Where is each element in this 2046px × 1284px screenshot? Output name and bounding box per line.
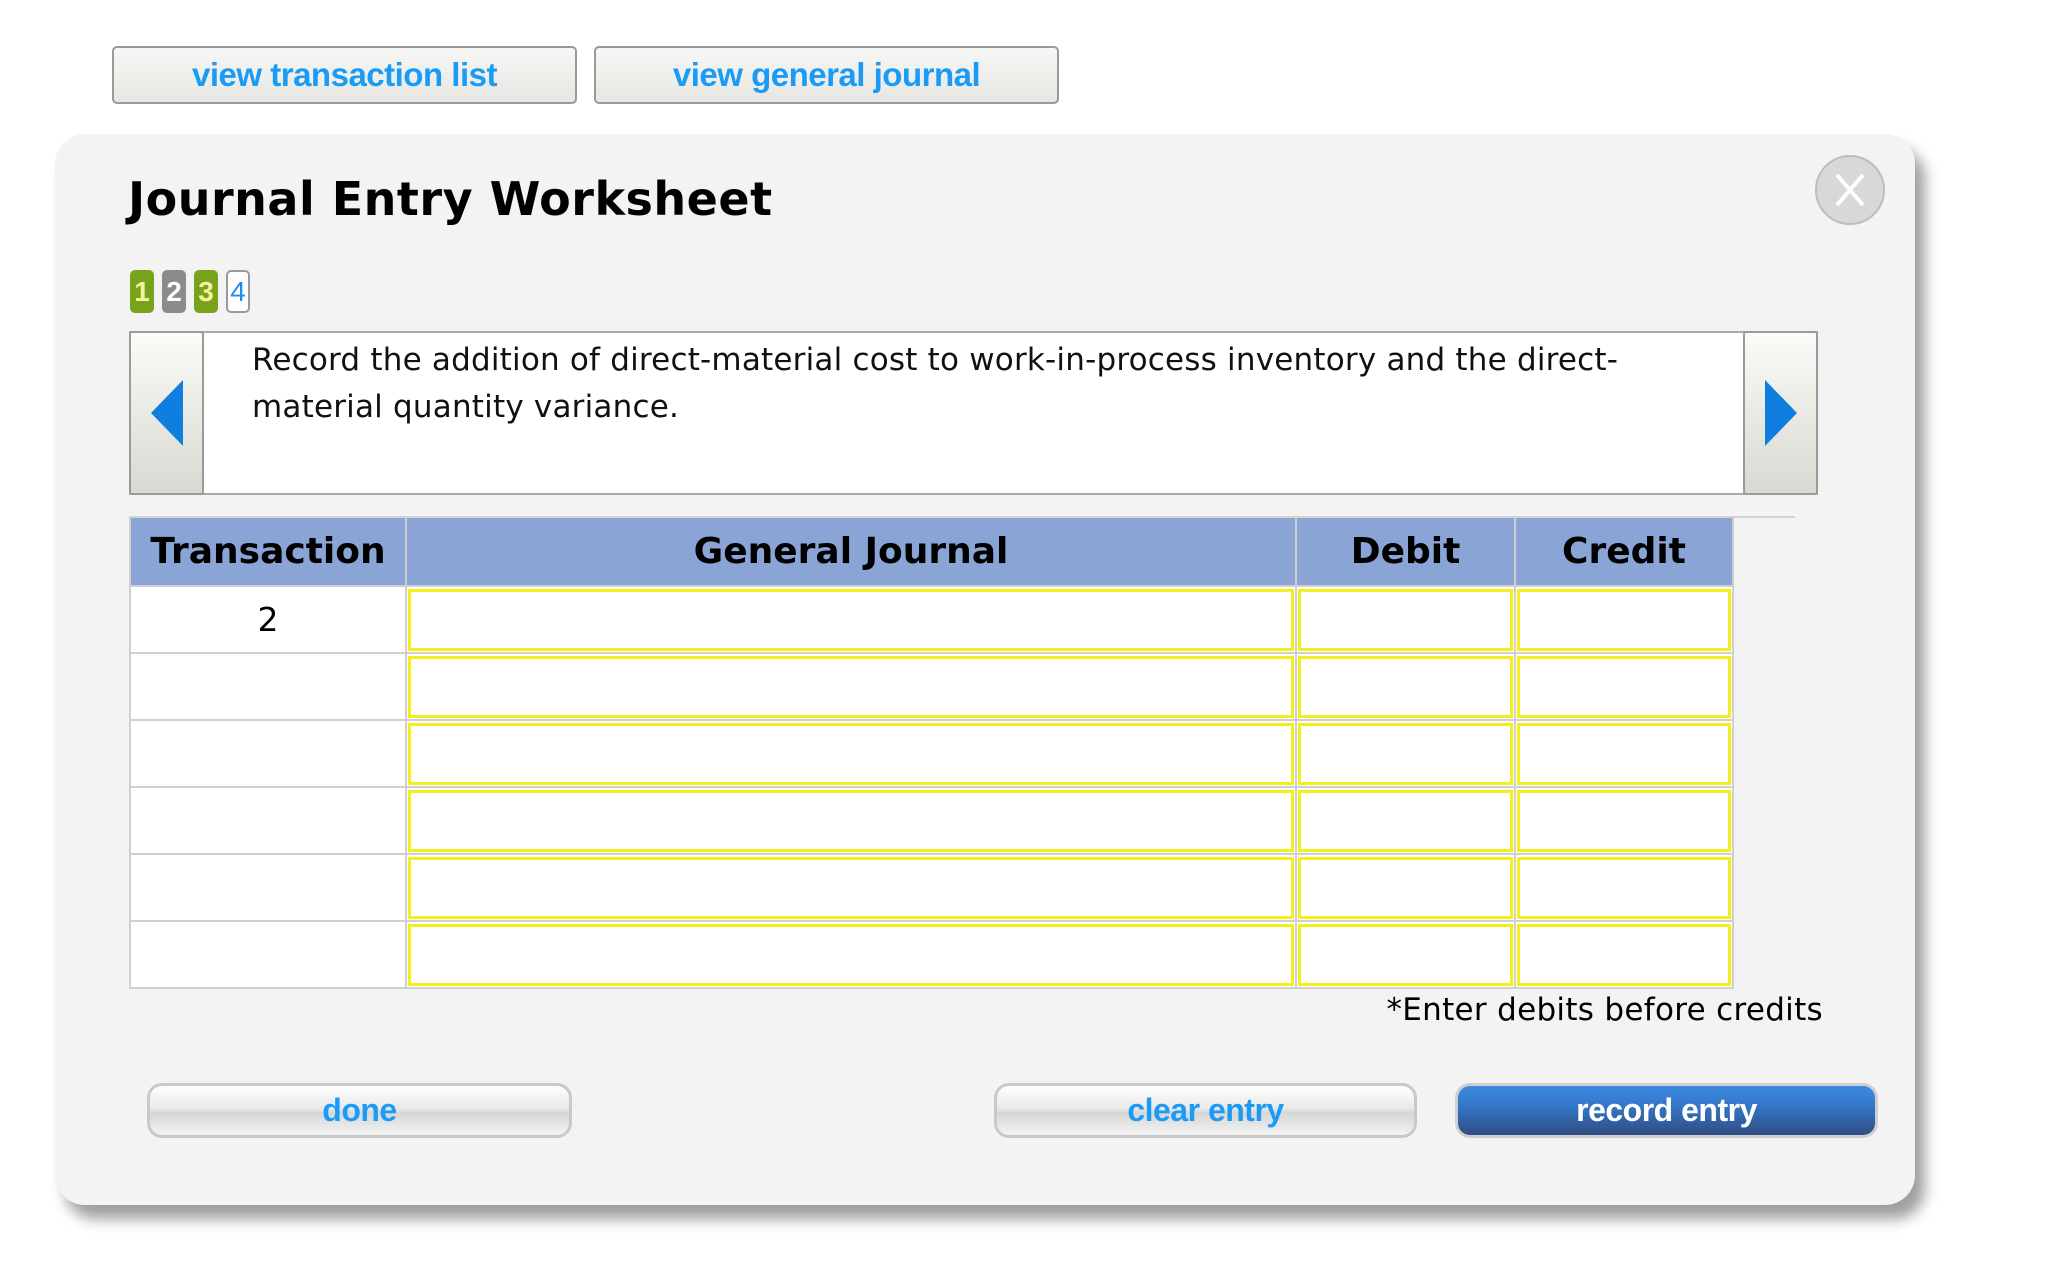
instruction-text: Record the addition of direct-material c… [252,342,1619,425]
journal-entry-worksheet-panel: Journal Entry Worksheet 1 2 3 4 Record t… [55,134,1915,1205]
debit-input[interactable] [1298,856,1513,919]
transaction-cell: 2 [129,585,407,654]
credit-input[interactable] [1517,588,1731,651]
close-button[interactable] [1815,155,1885,225]
credit-input[interactable] [1517,856,1731,919]
account-input[interactable] [408,789,1294,852]
instruction-box: Record the addition of direct-material c… [129,331,1818,495]
close-icon [1835,173,1865,207]
done-button[interactable]: done [147,1083,572,1138]
table-row [129,920,1734,989]
account-input[interactable] [408,722,1294,785]
debit-input[interactable] [1298,655,1513,718]
right-arrow-icon [1764,380,1797,446]
transaction-cell [129,719,407,788]
table-row: 2 [129,585,1734,654]
step-indicator: 1 2 3 4 [130,270,250,313]
record-entry-button[interactable]: record entry [1455,1083,1878,1138]
table-row [129,719,1734,788]
view-transaction-list-button[interactable]: view transaction list [112,46,577,104]
credit-input[interactable] [1517,722,1731,785]
account-input[interactable] [408,655,1294,718]
step-1[interactable]: 1 [130,270,154,313]
account-input[interactable] [408,923,1294,986]
debit-input[interactable] [1298,789,1513,852]
credit-input[interactable] [1517,923,1731,986]
step-2[interactable]: 2 [162,270,186,313]
worksheet-title: Journal Entry Worksheet [128,172,773,226]
account-input[interactable] [408,856,1294,919]
debit-input[interactable] [1298,588,1513,651]
credit-input[interactable] [1517,655,1731,718]
transaction-cell [129,652,407,721]
header-credit: Credit [1514,518,1734,587]
debits-before-credits-note: *Enter debits before credits [1386,992,1823,1028]
debit-input[interactable] [1298,923,1513,986]
transaction-cell [129,853,407,922]
table-header-row: Transaction General Journal Debit Credit [129,518,1734,587]
step-4[interactable]: 4 [226,270,250,313]
account-input[interactable] [408,588,1294,651]
table-row [129,652,1734,721]
debit-input[interactable] [1298,722,1513,785]
table-row [129,853,1734,922]
left-arrow-icon [150,380,183,446]
header-debit: Debit [1295,518,1516,587]
transaction-cell [129,786,407,855]
view-general-journal-button[interactable]: view general journal [594,46,1059,104]
clear-entry-button[interactable]: clear entry [994,1083,1417,1138]
header-general-journal: General Journal [405,518,1297,587]
transaction-cell [129,920,407,989]
step-3[interactable]: 3 [194,270,218,313]
credit-input[interactable] [1517,789,1731,852]
header-transaction: Transaction [129,518,407,587]
table-row [129,786,1734,855]
journal-table: Transaction General Journal Debit Credit… [129,518,1734,989]
previous-step-button[interactable] [129,331,204,495]
next-step-button[interactable] [1743,331,1818,495]
